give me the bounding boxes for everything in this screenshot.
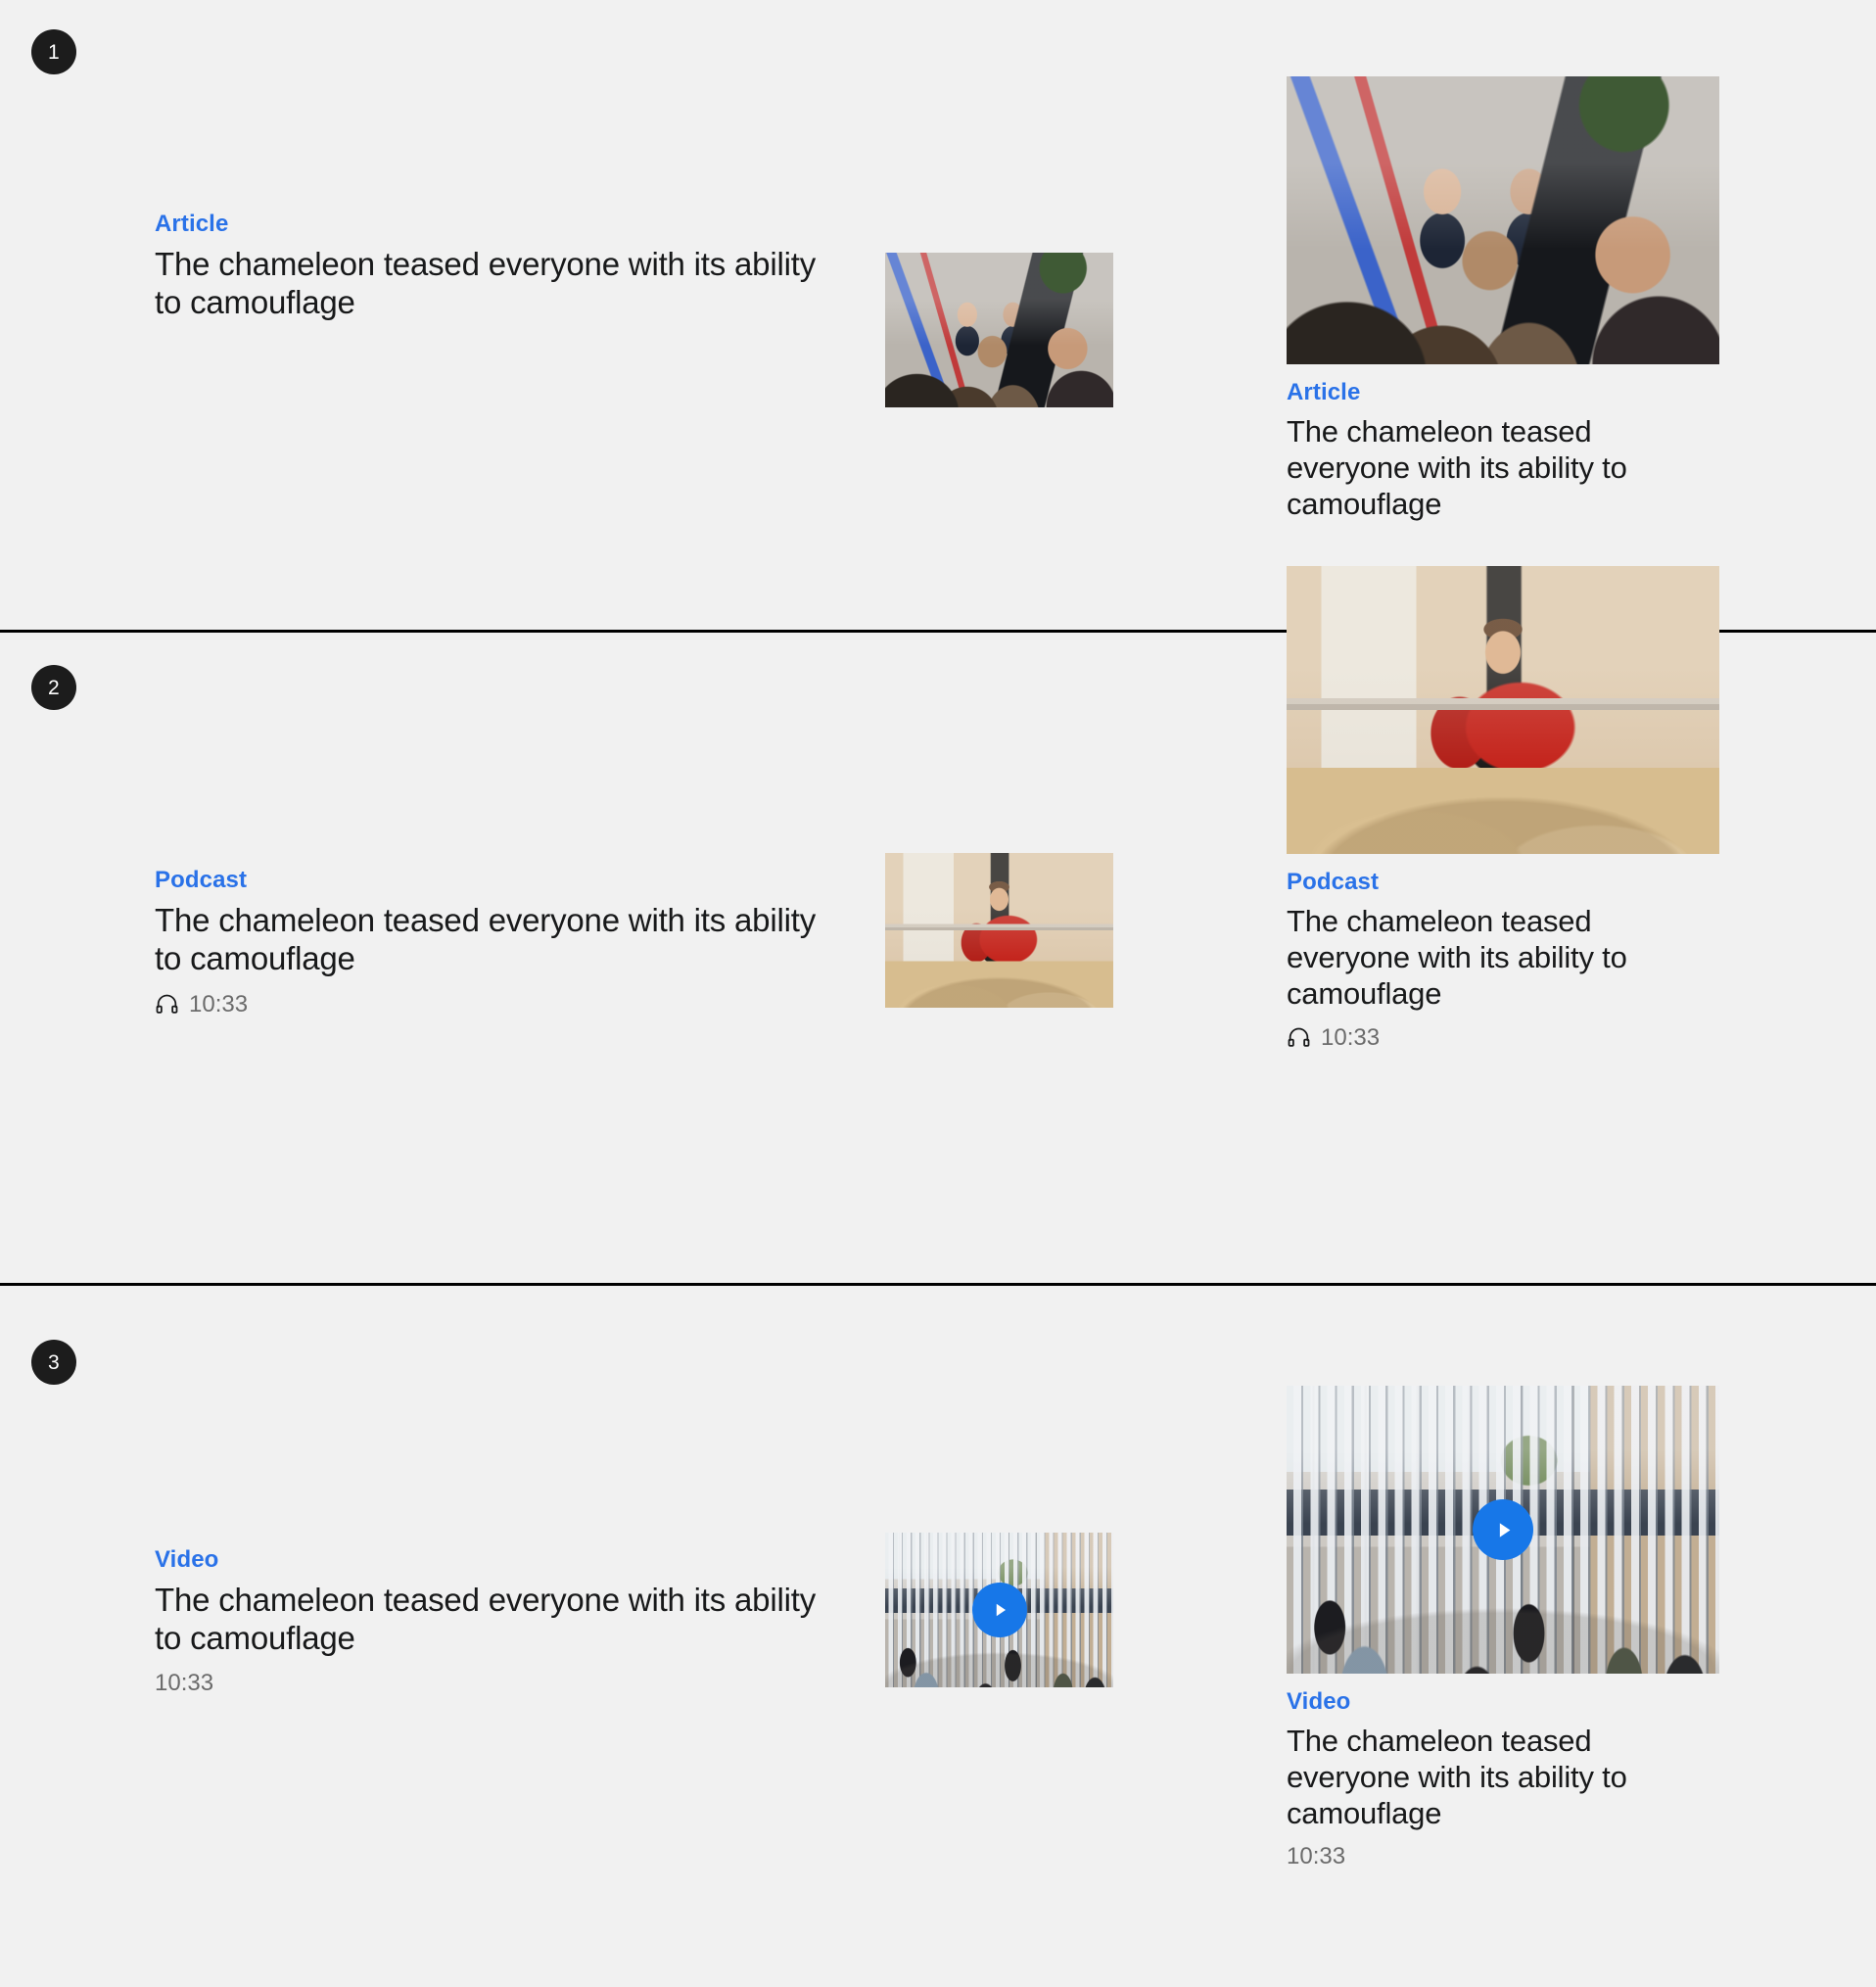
headphone-icon — [1287, 1025, 1311, 1050]
teaser-headline[interactable]: The chameleon teased everyone with its a… — [1287, 904, 1719, 1012]
duration-label: 10:33 — [1321, 1023, 1381, 1051]
teaser-headline[interactable]: The chameleon teased everyone with its a… — [155, 902, 840, 978]
teaser-variants-page: 1 Article The chameleon teased everyone … — [0, 0, 1876, 1987]
teaser-meta-duration: 10:33 — [155, 992, 840, 1017]
courtroom-judge-photo — [885, 853, 1113, 1008]
duration-label: 10:33 — [1287, 1843, 1346, 1870]
teaser-text-block: Video The chameleon teased everyone with… — [155, 1546, 840, 1695]
teaser-vertical-podcast[interactable]: Podcast The chameleon teased everyone wi… — [1287, 566, 1719, 1050]
teaser-kicker-video[interactable]: Video — [1287, 1688, 1719, 1715]
teaser-text-block: Article The chameleon teased everyone wi… — [1287, 379, 1719, 522]
teaser-horizontal-video[interactable]: Video The chameleon teased everyone with… — [155, 1533, 1113, 1695]
step-badge-3: 3 — [31, 1340, 76, 1385]
teaser-vertical-article[interactable]: Article The chameleon teased everyone wi… — [1287, 76, 1719, 522]
teaser-kicker-podcast[interactable]: Podcast — [155, 867, 840, 893]
teaser-kicker-article[interactable]: Article — [1287, 379, 1719, 405]
play-button[interactable] — [971, 1583, 1027, 1637]
teaser-text-block: Podcast The chameleon teased everyone wi… — [1287, 869, 1719, 1050]
teaser-thumbnail-article[interactable] — [885, 253, 1113, 407]
teaser-kicker-article[interactable]: Article — [155, 211, 840, 237]
teaser-thumbnail-video[interactable] — [885, 1533, 1113, 1687]
press-scrum-photo — [885, 253, 1113, 407]
step-badge-label: 1 — [48, 40, 60, 64]
section-divider — [0, 1283, 1876, 1286]
teaser-image-video[interactable] — [1287, 1386, 1719, 1674]
teaser-headline[interactable]: The chameleon teased everyone with its a… — [1287, 414, 1719, 522]
teaser-kicker-podcast[interactable]: Podcast — [1287, 869, 1719, 895]
step-badge-label: 2 — [48, 676, 60, 699]
press-scrum-photo — [1287, 76, 1719, 364]
teaser-thumbnail-podcast[interactable] — [885, 853, 1113, 1008]
step-badge-2: 2 — [31, 665, 76, 710]
duration-label: 10:33 — [189, 990, 249, 1017]
courtroom-judge-photo — [1287, 566, 1719, 854]
teaser-headline[interactable]: The chameleon teased everyone with its a… — [1287, 1724, 1719, 1831]
teaser-image-podcast[interactable] — [1287, 566, 1719, 854]
teaser-headline[interactable]: The chameleon teased everyone with its a… — [155, 1582, 840, 1658]
teaser-text-block: Podcast The chameleon teased everyone wi… — [155, 867, 840, 1017]
teaser-kicker-video[interactable]: Video — [155, 1546, 840, 1573]
teaser-meta-duration: 10:33 — [1287, 1845, 1719, 1869]
step-badge-label: 3 — [48, 1350, 60, 1374]
play-button[interactable] — [1473, 1499, 1533, 1560]
play-icon — [996, 1603, 1006, 1617]
step-badge-1: 1 — [31, 29, 76, 74]
teaser-headline[interactable]: The chameleon teased everyone with its a… — [155, 246, 840, 322]
headphone-icon — [155, 992, 179, 1017]
play-icon — [1499, 1522, 1510, 1538]
teaser-vertical-video[interactable]: Video The chameleon teased everyone with… — [1287, 1386, 1719, 1869]
teaser-image-article[interactable] — [1287, 76, 1719, 364]
teaser-horizontal-podcast[interactable]: Podcast The chameleon teased everyone wi… — [155, 853, 1113, 1017]
teaser-meta-duration: 10:33 — [1287, 1025, 1719, 1050]
duration-label: 10:33 — [155, 1670, 214, 1697]
teaser-meta-duration: 10:33 — [155, 1672, 840, 1695]
teaser-text-block: Video The chameleon teased everyone with… — [1287, 1688, 1719, 1869]
teaser-text-block: Article The chameleon teased everyone wi… — [155, 211, 840, 322]
teaser-horizontal-article[interactable]: Article The chameleon teased everyone wi… — [155, 211, 1113, 407]
